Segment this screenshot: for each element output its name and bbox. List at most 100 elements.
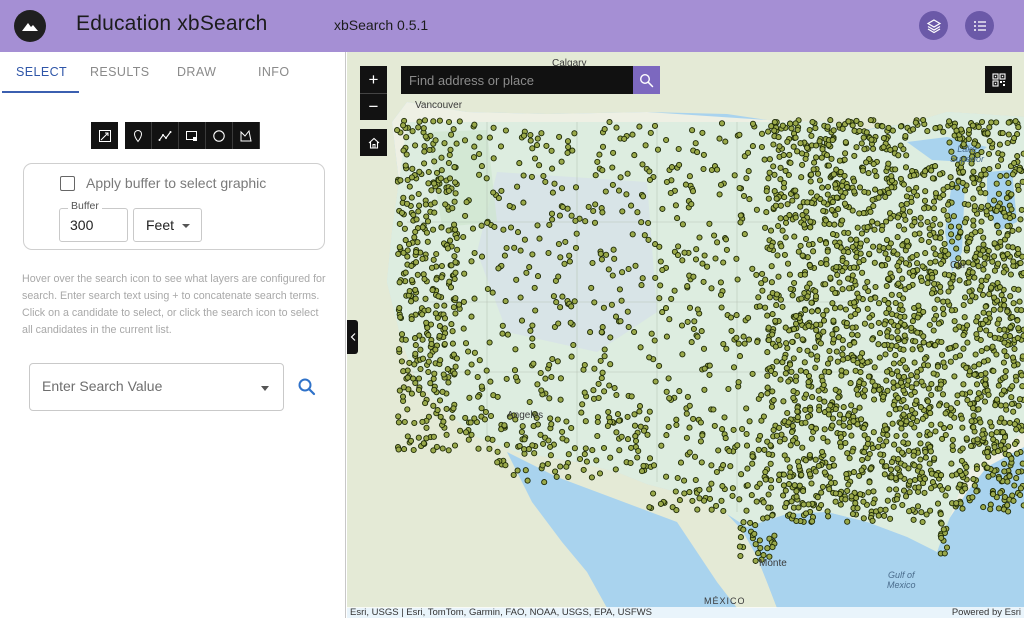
draw-circle-button[interactable] [206, 122, 233, 149]
school-point [460, 298, 467, 305]
map-view[interactable]: Calgary Vancouver Lake Superior Chi Ange… [347, 52, 1024, 618]
school-point [908, 372, 915, 379]
school-point [659, 266, 666, 274]
school-point [888, 459, 895, 466]
school-point [816, 177, 824, 184]
school-point [869, 517, 876, 524]
powered-by-esri[interactable]: Powered by Esri [952, 607, 1021, 618]
layers-button[interactable] [919, 11, 948, 40]
school-point [859, 456, 866, 463]
address-search-button[interactable] [633, 66, 660, 94]
school-point [582, 445, 589, 452]
school-point [787, 361, 794, 368]
school-point [813, 327, 820, 334]
select-by-rectangle-button[interactable] [91, 122, 118, 149]
tab-draw[interactable]: DRAW [177, 65, 216, 79]
school-point [962, 485, 969, 492]
school-point [937, 221, 944, 228]
school-point [432, 346, 439, 353]
school-point [549, 165, 556, 172]
legend-button[interactable] [965, 11, 994, 40]
school-point [460, 233, 467, 241]
school-point [1014, 153, 1021, 160]
school-point [449, 205, 456, 212]
qr-code-button[interactable] [985, 66, 1012, 93]
school-point [783, 340, 790, 347]
zoom-in-button[interactable]: + [360, 66, 387, 93]
school-point [986, 138, 993, 145]
school-point [913, 397, 920, 404]
school-point [417, 365, 424, 373]
tab-info[interactable]: INFO [258, 65, 289, 79]
school-point [618, 433, 625, 440]
school-point [853, 236, 860, 243]
school-point [634, 209, 641, 216]
school-point [559, 293, 566, 300]
school-point [679, 257, 686, 264]
school-point [866, 479, 873, 486]
draw-polygon-button[interactable] [179, 122, 206, 149]
search-button[interactable] [297, 377, 317, 397]
school-point [827, 474, 834, 481]
school-point [918, 378, 925, 385]
school-point [839, 268, 846, 275]
school-point [602, 188, 609, 195]
school-point [741, 231, 748, 238]
school-point [1011, 482, 1018, 489]
school-point [894, 262, 901, 270]
school-point [733, 255, 740, 262]
school-point [718, 120, 726, 127]
school-point [609, 272, 616, 279]
school-point [842, 439, 849, 447]
school-point [859, 269, 866, 276]
school-point [924, 280, 931, 287]
school-point [908, 384, 915, 391]
school-point [825, 513, 832, 520]
school-point [542, 375, 549, 382]
school-point [983, 208, 990, 215]
tab-select[interactable]: SELECT [16, 65, 67, 79]
school-point [1014, 317, 1021, 324]
address-search-input[interactable] [401, 66, 633, 94]
school-point [438, 224, 445, 231]
school-point [970, 217, 977, 224]
school-point [808, 299, 815, 306]
school-point [848, 493, 855, 500]
school-point [895, 456, 902, 463]
school-point [867, 208, 874, 215]
school-point [640, 427, 648, 434]
school-point [527, 137, 534, 144]
draw-point-button[interactable] [125, 122, 152, 149]
draw-freehand-button[interactable] [233, 122, 260, 149]
school-point [889, 420, 896, 427]
school-point [495, 195, 502, 202]
school-point [953, 127, 960, 134]
school-point [512, 346, 519, 353]
school-point [900, 487, 908, 494]
buffer-unit-select[interactable]: Feet [133, 208, 202, 242]
school-point [999, 253, 1007, 260]
school-point [457, 427, 464, 434]
school-point [878, 226, 885, 233]
school-point [1001, 339, 1008, 346]
buffer-distance-field[interactable]: Buffer 300 [59, 200, 128, 242]
draw-polyline-button[interactable] [152, 122, 179, 149]
school-point [779, 303, 786, 310]
school-point [911, 462, 918, 469]
tab-results[interactable]: RESULTS [90, 65, 150, 79]
school-point [607, 454, 614, 461]
school-point [779, 227, 786, 234]
school-point [824, 508, 831, 515]
zoom-out-button[interactable]: − [360, 93, 387, 120]
school-point [851, 339, 858, 346]
school-point [988, 284, 995, 291]
apply-buffer-checkbox[interactable] [60, 176, 75, 191]
search-value-select[interactable]: Enter Search Value [29, 363, 284, 411]
school-point [974, 436, 981, 443]
collapse-panel-button[interactable] [347, 320, 358, 354]
school-point [650, 490, 657, 497]
home-button[interactable] [360, 129, 387, 156]
school-point [701, 386, 708, 393]
school-point [676, 161, 683, 168]
school-point [910, 452, 917, 459]
